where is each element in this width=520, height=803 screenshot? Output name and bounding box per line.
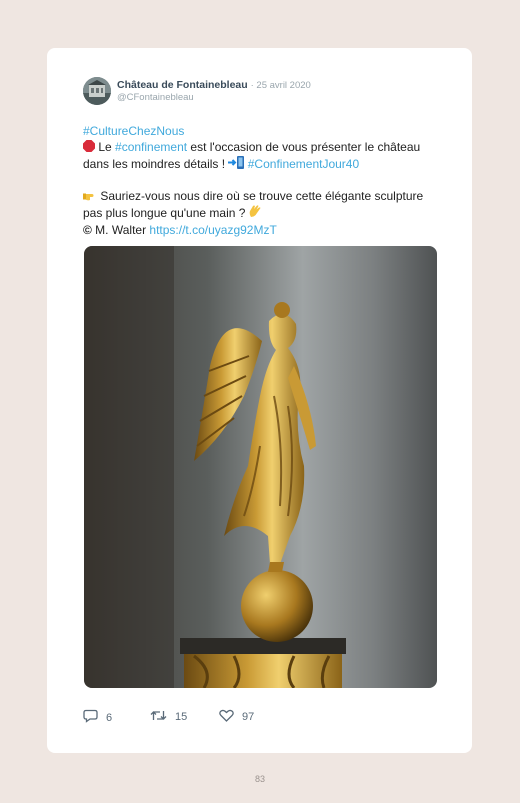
tweet-card: Château de Fontainebleau · 25 avril 2020… [47, 48, 472, 753]
author-line: Château de Fontainebleau · 25 avril 2020 [117, 79, 311, 91]
tweet-photo[interactable] [84, 246, 437, 688]
like-button[interactable]: 97 [219, 709, 254, 725]
hashtag-confinement-jour[interactable]: #ConfinementJour40 [248, 157, 359, 171]
reply-button[interactable]: 6 [83, 709, 112, 726]
page-number: 83 [254, 774, 265, 784]
statue-image [84, 246, 437, 688]
hashtag-culture[interactable]: #CultureChezNous [83, 124, 184, 138]
arrow-right-icon [228, 156, 245, 174]
hashtag-confinement[interactable]: #confinement [115, 140, 187, 154]
retweet-button[interactable]: 15 [150, 709, 187, 725]
tweet-link[interactable]: https://t.co/uyazg92MzT [149, 223, 276, 237]
credit-name: M. Walter [91, 222, 150, 237]
avatar[interactable] [83, 77, 111, 105]
tweet-text: #CultureChezNous Le #confinement est l'o… [83, 124, 443, 238]
retweet-icon [150, 709, 167, 725]
display-name[interactable]: Château de Fontainebleau [117, 79, 248, 91]
stop-sign-icon [83, 139, 95, 157]
reply-icon [83, 709, 98, 726]
line2-pre: Le [98, 139, 116, 154]
waving-hand-icon [249, 205, 261, 223]
handle[interactable]: @CFontainebleau [117, 92, 194, 103]
reply-count: 6 [106, 711, 113, 724]
like-count: 97 [242, 711, 255, 723]
tweet-date[interactable]: · 25 avril 2020 [251, 80, 311, 91]
retweet-count: 15 [175, 711, 188, 723]
pointing-hand-icon [83, 190, 97, 206]
copyright-icon: © [83, 222, 92, 237]
like-icon [219, 709, 234, 725]
